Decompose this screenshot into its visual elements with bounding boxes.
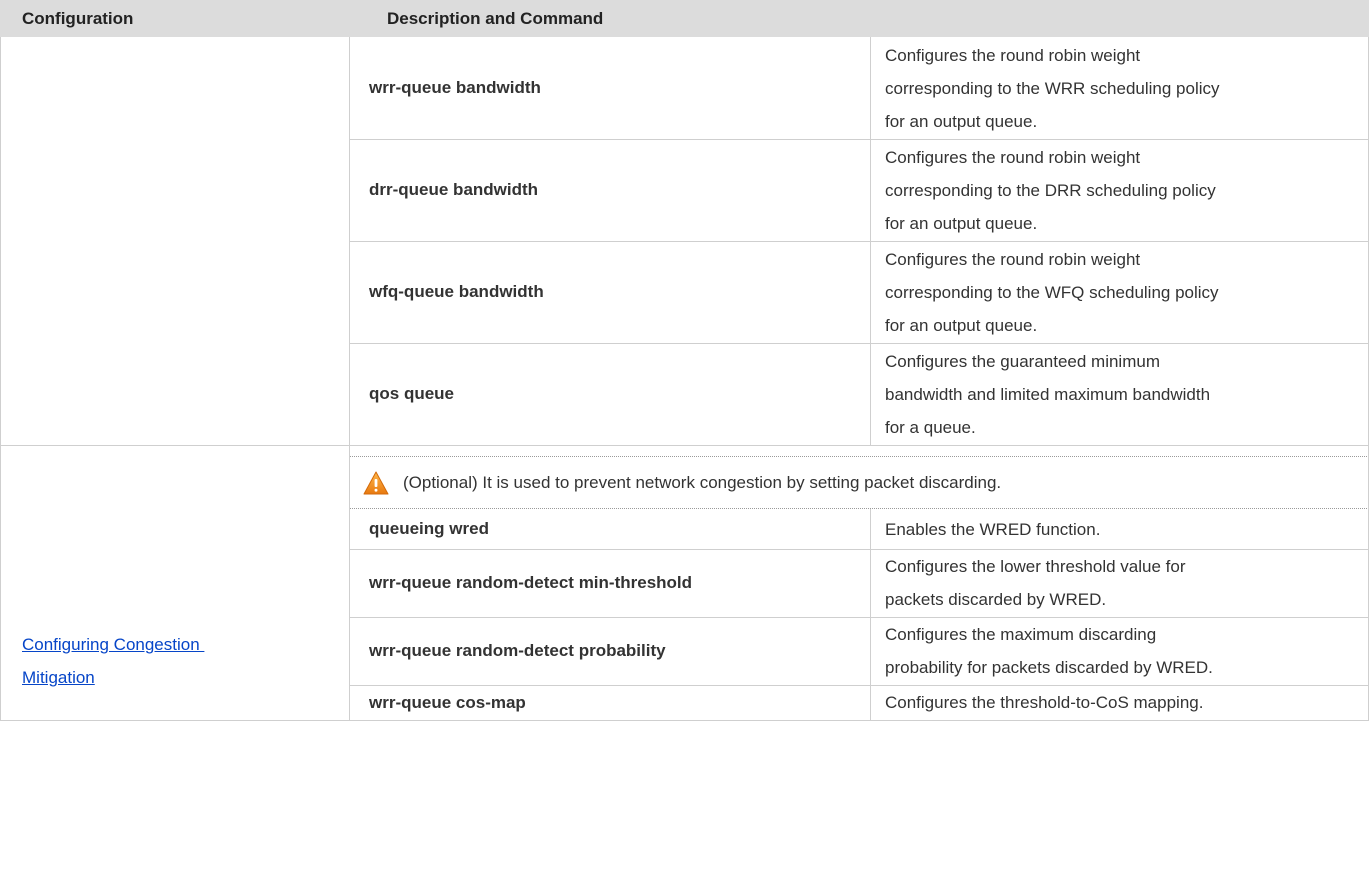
configuration-table: Configuration Description and Command wr… <box>0 0 1369 876</box>
description-cell: Configures the round robin weight corres… <box>870 139 1369 241</box>
description-cell: Configures the round robin weight corres… <box>870 241 1369 343</box>
description-line: Enables the WRED function. <box>885 519 1101 539</box>
command-cell: wrr-queue random-detect probability <box>369 641 666 660</box>
description-line: corresponding to the WRR scheduling poli… <box>885 78 1220 98</box>
row-divider <box>349 343 1369 344</box>
header-description: Description and Command <box>349 0 1369 37</box>
description-cell: Configures the round robin weight corres… <box>870 37 1369 139</box>
description-line: for an output queue. <box>885 213 1038 233</box>
warning-icon <box>363 471 389 495</box>
group-divider <box>0 445 1369 446</box>
configuring-congestion-mitigation-link[interactable]: Configuring Congestion Mitigation <box>22 628 204 694</box>
row-divider <box>349 549 1369 550</box>
description-line: Configures the threshold-to-CoS mapping. <box>885 693 1204 712</box>
description-line: Configures the maximum discarding <box>885 625 1157 644</box>
command-cell: wfq-queue bandwidth <box>369 282 544 301</box>
command-cell: wrr-queue cos-map <box>369 692 526 712</box>
description-cell: Enables the WRED function. <box>870 509 1369 549</box>
description-line: for an output queue. <box>885 315 1038 335</box>
column-divider <box>349 37 350 721</box>
description-line: Configures the round robin weight <box>885 45 1141 65</box>
description-cell: Configures the guaranteed minimum bandwi… <box>870 343 1369 445</box>
note-text: (Optional) It is used to prevent network… <box>403 472 1002 492</box>
table-bottom-border <box>0 720 1369 721</box>
description-cell: Configures the lower threshold value for… <box>870 549 1369 617</box>
row-divider <box>349 241 1369 242</box>
command-cell: drr-queue bandwidth <box>369 180 539 199</box>
optional-note: (Optional) It is used to prevent network… <box>349 457 1369 508</box>
column-divider <box>870 509 871 721</box>
description-cell: Configures the maximum discarding probab… <box>870 617 1369 685</box>
command-cell: wrr-queue bandwidth <box>369 78 541 97</box>
description-line: Configures the guaranteed minimum <box>885 351 1160 371</box>
description-line: Configures the lower threshold value for <box>885 557 1186 576</box>
description-line: Configures the round robin weight <box>885 249 1141 269</box>
link-line[interactable]: Configuring Congestion <box>22 628 204 661</box>
description-line: for an output queue. <box>885 111 1038 131</box>
description-line: for a queue. <box>885 417 976 437</box>
command-cell: wrr-queue random-detect min-threshold <box>369 573 693 592</box>
description-line: bandwidth and limited maximum bandwidth <box>885 384 1211 404</box>
command-cell: queueing wred <box>369 519 489 538</box>
command-cell: qos queue <box>369 384 455 403</box>
description-line: packets discarded by WRED. <box>885 590 1107 609</box>
description-line: corresponding to the DRR scheduling poli… <box>885 180 1216 200</box>
header-configuration: Configuration <box>0 0 349 37</box>
description-line: probability for packets discarded by WRE… <box>885 658 1213 677</box>
row-divider <box>349 617 1369 618</box>
row-divider <box>349 685 1369 686</box>
row-divider <box>349 139 1369 140</box>
description-cell: Configures the threshold-to-CoS mapping. <box>870 685 1369 720</box>
column-divider <box>870 37 871 445</box>
link-line[interactable]: Mitigation <box>22 661 204 694</box>
description-line: corresponding to the WFQ scheduling poli… <box>885 282 1219 302</box>
description-line: Configures the round robin weight <box>885 147 1141 167</box>
table-left-border <box>0 37 1 721</box>
